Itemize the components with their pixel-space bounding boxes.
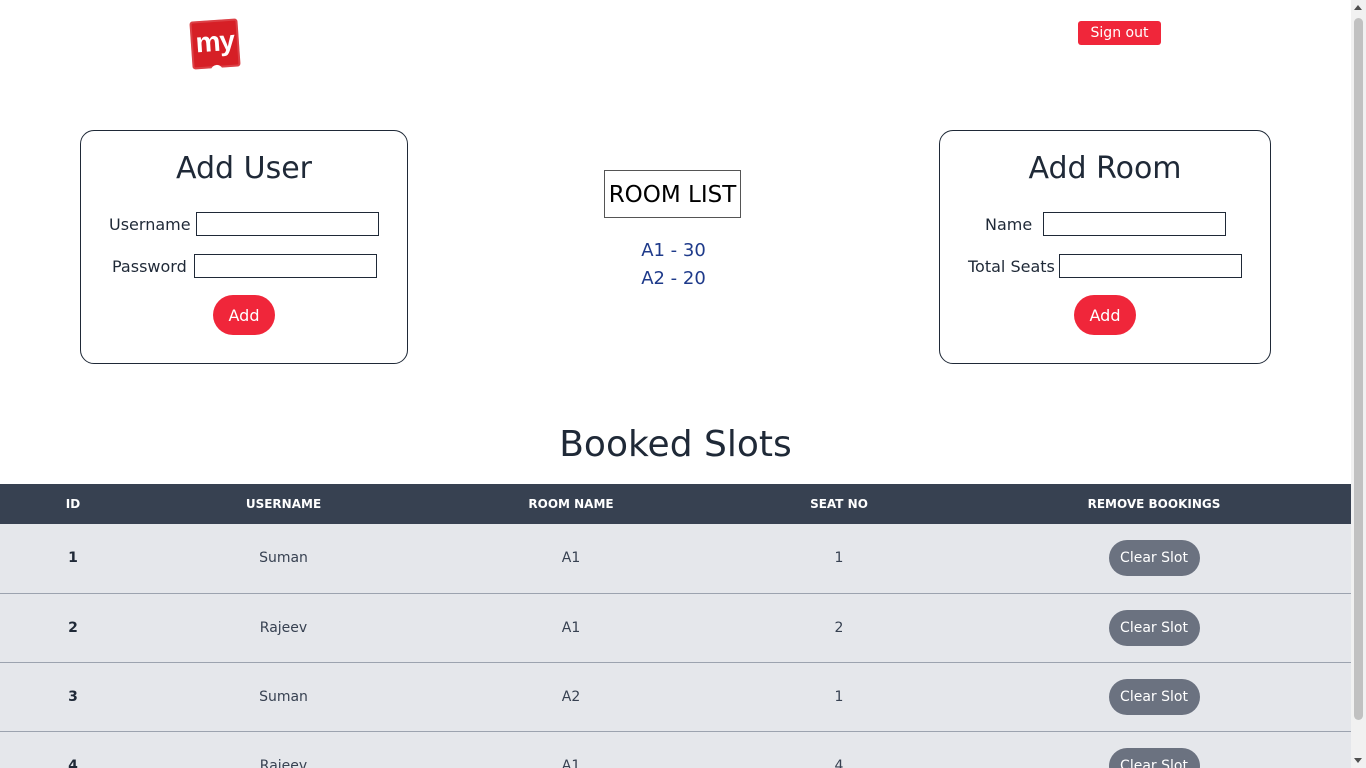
table-row: 3 Suman A2 1 Clear Slot [0, 662, 1351, 731]
brand-logo[interactable]: my [189, 18, 241, 70]
cell-seat-no: 4 [834, 757, 844, 768]
cell-room-name: A1 [561, 619, 581, 636]
room-name-input[interactable] [1043, 212, 1226, 236]
password-label: Password [112, 257, 187, 276]
room-name-label: Name [985, 215, 1033, 234]
table-row: 1 Suman A1 1 Clear Slot [0, 524, 1351, 593]
username-input[interactable] [196, 212, 379, 236]
cell-username: Suman [259, 688, 308, 705]
column-header-id: ID [65, 497, 81, 511]
add-room-button[interactable]: Add [1074, 295, 1136, 335]
cell-action: Clear Slot [957, 731, 1351, 768]
cell-id: 3 [68, 688, 78, 705]
add-user-card: Add User Username Password Add [80, 130, 408, 364]
cell-action: Clear Slot [957, 593, 1351, 662]
clear-slot-button[interactable]: Clear Slot [1108, 747, 1200, 768]
column-header-username: USERNAME [245, 497, 322, 511]
cell-action: Clear Slot [957, 662, 1351, 731]
table-row: 4 Rajeev A1 4 Clear Slot [0, 731, 1351, 768]
cell-id: 1 [68, 550, 78, 567]
cell-room-name: A2 [561, 688, 581, 705]
room-list-title: ROOM LIST [604, 170, 741, 218]
scroll-down-icon[interactable] [1354, 758, 1362, 763]
total-seats-input[interactable] [1059, 254, 1242, 278]
room-list-item[interactable]: A2 - 20 [604, 268, 743, 289]
password-input[interactable] [194, 254, 377, 278]
cell-seat-no: 2 [834, 619, 844, 636]
cell-action: Clear Slot [957, 524, 1351, 593]
table-header-row: ID USERNAME ROOM NAME SEAT NO REMOVE BOO… [0, 484, 1351, 524]
column-header-remove-bookings: REMOVE BOOKINGS [1087, 497, 1221, 511]
booked-slots-table: ID USERNAME ROOM NAME SEAT NO REMOVE BOO… [0, 484, 1351, 768]
cell-seat-no: 1 [834, 550, 844, 567]
add-room-title: Add Room [1028, 151, 1182, 186]
booked-slots-title: Booked Slots [559, 424, 792, 465]
column-header-room-name: ROOM NAME [528, 497, 614, 511]
cell-id: 4 [68, 757, 78, 768]
table-row: 2 Rajeev A1 2 Clear Slot [0, 593, 1351, 662]
cell-room-name: A1 [561, 550, 581, 567]
clear-slot-button[interactable]: Clear Slot [1108, 678, 1200, 715]
add-user-title: Add User [176, 151, 312, 186]
page: my Sign out Add User Username Password A… [0, 0, 1351, 768]
cell-username: Rajeev [259, 619, 308, 636]
username-label: Username [109, 215, 191, 234]
add-room-card: Add Room Name Total Seats Add [939, 130, 1271, 364]
cell-username: Rajeev [259, 757, 308, 768]
room-list-item[interactable]: A1 - 30 [604, 240, 743, 261]
cell-id: 2 [68, 619, 78, 636]
scrollbar-thumb[interactable] [1354, 18, 1363, 720]
add-user-button[interactable]: Add [213, 295, 275, 335]
sign-out-button[interactable]: Sign out [1078, 21, 1161, 45]
vertical-scrollbar[interactable] [1351, 0, 1366, 768]
clear-slot-button[interactable]: Clear Slot [1108, 540, 1200, 577]
logo-text: my [194, 24, 236, 59]
clear-slot-button[interactable]: Clear Slot [1108, 609, 1200, 646]
cell-seat-no: 1 [834, 688, 844, 705]
cell-room-name: A1 [561, 757, 581, 768]
column-header-seat-no: SEAT NO [810, 497, 868, 511]
cell-username: Suman [259, 550, 308, 567]
scroll-up-icon[interactable] [1354, 5, 1362, 10]
total-seats-label: Total Seats [968, 257, 1055, 276]
